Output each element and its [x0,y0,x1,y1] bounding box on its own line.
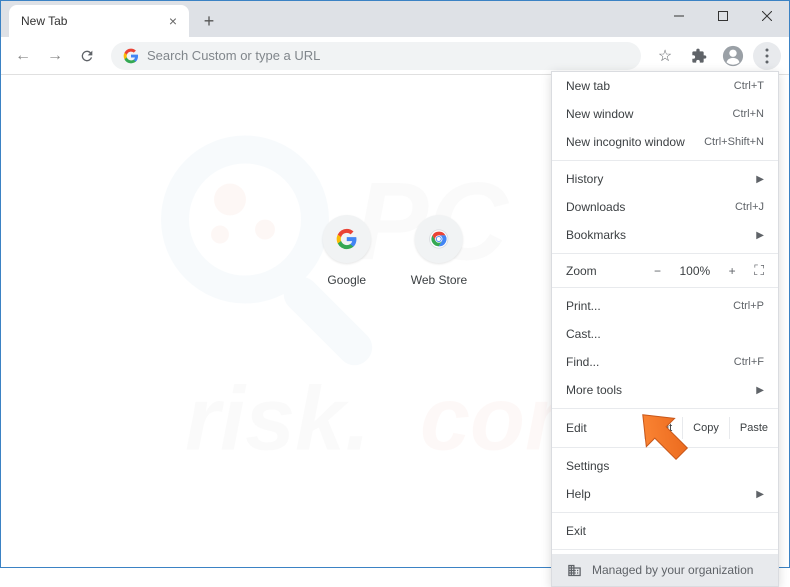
menu-label: Downloads [566,200,625,214]
fullscreen-icon[interactable]: ⛶ [754,262,764,279]
window-controls [657,1,789,31]
managed-label: Managed by your organization [592,563,753,577]
building-icon [566,562,582,578]
menu-shortcut: Ctrl+P [733,300,764,312]
maximize-button[interactable] [701,1,745,31]
chrome-menu-button[interactable] [753,42,781,70]
menu-find[interactable]: Find... Ctrl+F [552,348,778,376]
menu-label: Find... [566,355,599,369]
chevron-right-icon: ▶ [756,489,764,500]
omnibox-placeholder: Search Custom or type a URL [147,48,320,63]
profile-avatar[interactable] [719,42,747,70]
menu-shortcut: Ctrl+T [734,80,764,92]
back-button[interactable]: ← [9,42,37,70]
chrome-menu: New tab Ctrl+T New window Ctrl+N New inc… [551,71,779,587]
tab-title: New Tab [21,14,67,28]
close-window-button[interactable] [745,1,789,31]
menu-bookmarks[interactable]: Bookmarks ▶ [552,221,778,249]
annotation-arrow [629,401,699,474]
titlebar: New Tab × + [1,1,789,37]
shortcut-google[interactable]: Google [323,215,371,287]
chevron-right-icon: ▶ [756,174,764,185]
menu-shortcut: Ctrl+F [734,356,764,368]
chevron-right-icon: ▶ [756,385,764,396]
menu-separator [552,160,778,161]
address-bar[interactable]: Search Custom or type a URL [111,42,641,70]
menu-separator [552,253,778,254]
google-g-icon [123,48,139,64]
minimize-button[interactable] [657,1,701,31]
menu-new-window[interactable]: New window Ctrl+N [552,100,778,128]
shortcut-web-store-icon [415,215,463,263]
shortcut-google-label: Google [327,273,366,287]
shortcuts-row: Google Web Store [323,215,467,287]
forward-button[interactable]: → [41,42,69,70]
menu-separator [552,287,778,288]
menu-separator [552,549,778,550]
menu-zoom: Zoom − 100% + ⛶ [552,258,778,283]
menu-downloads[interactable]: Downloads Ctrl+J [552,193,778,221]
menu-new-incognito[interactable]: New incognito window Ctrl+Shift+N [552,128,778,156]
zoom-value: 100% [679,264,710,278]
menu-label: Help [566,487,591,501]
menu-more-tools[interactable]: More tools ▶ [552,376,778,404]
chevron-right-icon: ▶ [756,230,764,241]
menu-label: Print... [566,299,601,313]
menu-history[interactable]: History ▶ [552,165,778,193]
menu-label: Bookmarks [566,228,626,242]
menu-managed-by-organization[interactable]: Managed by your organization [552,554,778,586]
menu-label: More tools [566,383,622,397]
menu-print[interactable]: Print... Ctrl+P [552,292,778,320]
menu-exit[interactable]: Exit [552,517,778,545]
menu-label: New tab [566,79,610,93]
menu-shortcut: Ctrl+J [735,201,764,213]
menu-shortcut: Ctrl+N [733,108,764,120]
menu-shortcut: Ctrl+Shift+N [704,136,764,148]
toolbar: ← → Search Custom or type a URL ☆ [1,37,789,75]
shortcut-web-store-label: Web Store [411,273,467,287]
shortcut-web-store[interactable]: Web Store [411,215,467,287]
menu-label: Exit [566,524,586,538]
menu-help[interactable]: Help ▶ [552,480,778,508]
zoom-in-button[interactable]: + [722,264,742,278]
new-tab-button[interactable]: + [195,7,223,35]
zoom-out-button[interactable]: − [647,264,667,278]
edit-label: Edit [566,421,587,435]
menu-new-tab[interactable]: New tab Ctrl+T [552,72,778,100]
menu-label: New window [566,107,633,121]
menu-label: New incognito window [566,135,685,149]
paste-button[interactable]: Paste [729,417,778,439]
menu-label: Settings [566,459,609,473]
shortcut-google-icon [323,215,371,263]
menu-label: History [566,172,603,186]
close-tab-icon[interactable]: × [165,13,181,29]
browser-tab[interactable]: New Tab × [9,5,189,37]
zoom-label: Zoom [566,264,597,278]
extensions-icon[interactable] [685,42,713,70]
menu-separator [552,512,778,513]
svg-text:risk.: risk. [185,370,370,470]
menu-cast[interactable]: Cast... [552,320,778,348]
menu-label: Cast... [566,327,601,341]
reload-button[interactable] [73,42,101,70]
bookmark-star-icon[interactable]: ☆ [651,42,679,70]
